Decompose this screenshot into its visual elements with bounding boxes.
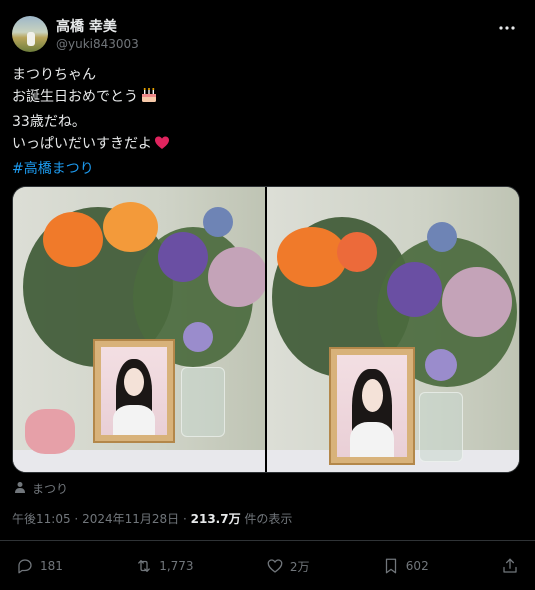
- heart-icon: [267, 559, 283, 573]
- media-tag-label: まつり: [32, 481, 69, 496]
- bookmark-icon: [385, 558, 396, 574]
- share-icon: [503, 558, 517, 573]
- reply-button[interactable]: 181: [16, 557, 63, 575]
- repost-button[interactable]: 1,773: [135, 557, 194, 575]
- media-grid: [12, 186, 520, 473]
- view-count: 213.7万: [190, 512, 241, 526]
- author-handle[interactable]: @yuki843003: [56, 37, 139, 51]
- memorial-photo-1[interactable]: [13, 187, 265, 472]
- tweet-time[interactable]: 午後11:05: [12, 512, 71, 526]
- tweet-line: お誕生日おめでとう: [12, 89, 138, 105]
- tweet-text: まつりちゃん お誕生日おめでとう 33歳だね。 いっぱいだいすきだよ #高橋まつ…: [12, 64, 523, 180]
- meta-separator: ·: [182, 512, 191, 526]
- tweet-line: 33歳だね。: [12, 114, 86, 130]
- media-tag[interactable]: まつり: [14, 479, 68, 497]
- avatar[interactable]: [12, 16, 48, 52]
- meta-separator: ·: [74, 512, 83, 526]
- tweet-line-with-emoji: いっぱいだいすきだよ: [12, 133, 523, 158]
- tweet-line: いっぱいだいすきだよ: [12, 136, 152, 152]
- like-button[interactable]: 2万: [266, 557, 310, 575]
- tweet-date[interactable]: 2024年11月28日: [82, 512, 179, 526]
- hashtag-link[interactable]: #高橋まつり: [12, 158, 523, 180]
- birthday-cake-icon: [140, 86, 158, 111]
- action-bar: 181 1,773 2万 602: [16, 554, 519, 578]
- tweet-header: 高橋 幸美 @yuki843003: [12, 12, 523, 56]
- reply-icon: [18, 559, 32, 574]
- red-heart-icon: [154, 135, 170, 158]
- tweet-meta: 午後11:05 · 2024年11月28日 · 213.7万 件の表示: [12, 510, 292, 527]
- view-count-label: 件の表示: [244, 512, 293, 526]
- repost-count: 1,773: [159, 559, 194, 573]
- bookmark-button[interactable]: 602: [382, 557, 429, 575]
- repost-icon: [138, 560, 151, 572]
- more-options-icon[interactable]: [493, 14, 521, 42]
- memorial-photo-2[interactable]: [267, 187, 519, 472]
- like-count: 2万: [289, 559, 310, 574]
- person-icon: [14, 481, 26, 496]
- reply-count: 181: [40, 559, 63, 573]
- tweet-line: まつりちゃん: [12, 67, 96, 83]
- tweet-line-with-emoji: お誕生日おめでとう: [12, 86, 523, 111]
- share-button[interactable]: [501, 557, 519, 575]
- divider: [0, 540, 535, 541]
- author-display-name[interactable]: 高橋 幸美: [56, 16, 117, 36]
- bookmark-count: 602: [405, 559, 429, 573]
